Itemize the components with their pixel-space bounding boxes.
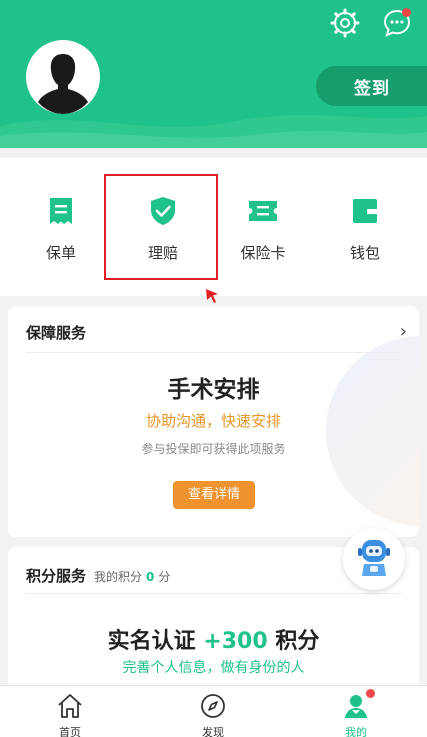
service-subtitle: 协助沟通，快速安排 [145, 412, 281, 430]
decorative-circle [326, 336, 419, 526]
claim-highlight-box [104, 174, 218, 280]
points-heading-row: 积分服务 我的积分 0 分 [26, 565, 170, 586]
guarantee-service-card: 保障服务 › 手术安排 协助沟通，快速安排 参与投保即可获得此项服务 查看详情 [8, 306, 419, 537]
points-value: 0 [146, 570, 155, 584]
tab-home[interactable]: 首页 [30, 686, 110, 737]
task-points-unit: 积分 [275, 629, 320, 654]
tab-discover[interactable]: 发现 [173, 686, 253, 737]
home-icon [58, 694, 82, 718]
card-heading: 积分服务 [26, 567, 87, 585]
divider [26, 352, 401, 353]
service-title: 手术安排 [167, 377, 260, 403]
insurance-card-icon [249, 201, 277, 221]
compass-icon [201, 694, 225, 718]
signin-button[interactable]: 签到 [316, 66, 427, 106]
card-heading: 保障服务 [26, 324, 87, 342]
robot-assistant-icon [358, 540, 390, 576]
quick-item-wallet[interactable]: 钱包 [320, 158, 410, 296]
my-points-label: 我的积分 [94, 570, 143, 584]
avatar-icon [38, 54, 88, 114]
user-icon [345, 695, 367, 718]
wallet-icon [353, 199, 377, 223]
settings-icon[interactable] [330, 8, 360, 38]
tab-notification-dot [366, 689, 375, 698]
tab-label: 我的 [345, 726, 367, 737]
tab-mine[interactable]: 我的 [316, 686, 396, 737]
bottom-tab-bar: 首页 发现 我的 [0, 685, 427, 737]
points-task-subtitle[interactable]: 完善个人信息，做有身份的人 [8, 657, 419, 677]
policy-icon [50, 198, 72, 224]
quick-item-insurance-card[interactable]: 保险卡 [218, 158, 308, 296]
quick-item-label: 钱包 [349, 244, 380, 262]
view-details-button[interactable]: 查看详情 [173, 481, 255, 509]
mouse-cursor-icon [206, 289, 218, 303]
divider [26, 593, 401, 594]
avatar[interactable] [26, 40, 100, 114]
quick-item-label: 保单 [45, 244, 76, 262]
chevron-right-icon[interactable]: › [400, 321, 407, 342]
chat-notification-dot [402, 8, 411, 17]
points-unit: 分 [158, 570, 171, 584]
quick-item-policy[interactable]: 保单 [16, 158, 106, 296]
service-note: 参与投保即可获得此项服务 [141, 442, 286, 456]
assistant-float-button[interactable] [343, 528, 405, 590]
task-name: 实名认证 [107, 629, 196, 654]
quick-item-label: 保险卡 [240, 244, 286, 262]
points-task-title: 实名认证 +300 积分 [8, 623, 419, 655]
tab-label: 首页 [59, 726, 81, 737]
tab-label: 发现 [202, 726, 224, 737]
task-points: +300 [203, 629, 268, 654]
